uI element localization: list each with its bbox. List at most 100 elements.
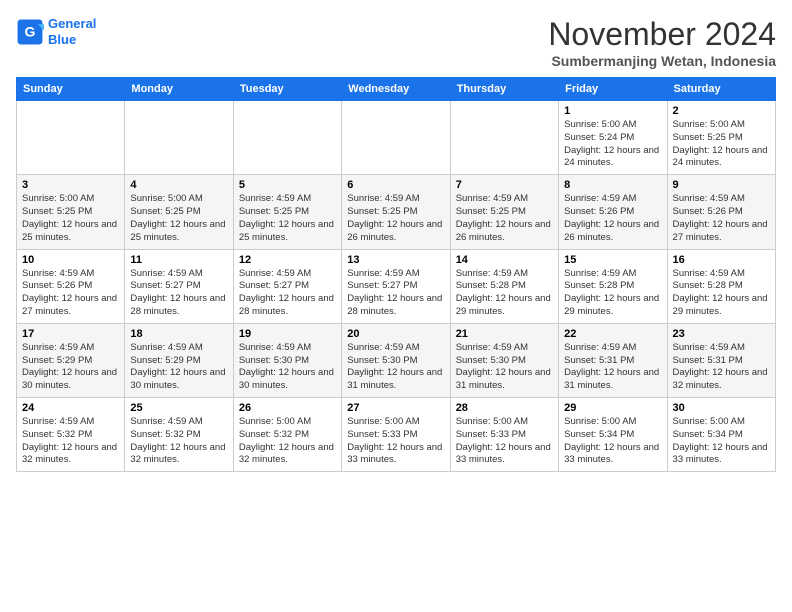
day-number: 15 (564, 254, 661, 266)
calendar-week-3: 10 Sunrise: 4:59 AM Sunset: 5:26 PM Dayli… (17, 249, 776, 323)
logo: G General Blue (16, 16, 96, 47)
calendar-cell: 29 Sunrise: 5:00 AM Sunset: 5:34 PM Dayli… (559, 398, 667, 472)
day-header-wednesday: Wednesday (342, 78, 450, 101)
calendar-cell: 12 Sunrise: 4:59 AM Sunset: 5:27 PM Dayli… (233, 249, 341, 323)
day-number: 29 (564, 402, 661, 414)
day-info: Sunrise: 4:59 AM Sunset: 5:27 PM Dayligh… (347, 268, 444, 319)
calendar-header-row: SundayMondayTuesdayWednesdayThursdayFrid… (17, 78, 776, 101)
day-number: 25 (130, 402, 227, 414)
day-info: Sunrise: 4:59 AM Sunset: 5:27 PM Dayligh… (130, 268, 227, 319)
day-info: Sunrise: 4:59 AM Sunset: 5:30 PM Dayligh… (347, 342, 444, 393)
day-info: Sunrise: 5:00 AM Sunset: 5:25 PM Dayligh… (22, 193, 119, 244)
day-number: 13 (347, 254, 444, 266)
calendar-cell: 10 Sunrise: 4:59 AM Sunset: 5:26 PM Dayli… (17, 249, 125, 323)
calendar-cell: 23Sunrise: 4:59 AM Sunset: 5:31 PM Dayli… (667, 323, 775, 397)
day-number: 24 (22, 402, 119, 414)
calendar-cell (450, 101, 558, 175)
calendar-cell (342, 101, 450, 175)
day-info: Sunrise: 4:59 AM Sunset: 5:29 PM Dayligh… (22, 342, 119, 393)
calendar-cell: 26Sunrise: 5:00 AM Sunset: 5:32 PM Dayli… (233, 398, 341, 472)
day-number: 18 (130, 328, 227, 340)
day-number: 9 (673, 179, 770, 191)
day-header-saturday: Saturday (667, 78, 775, 101)
page-header: G General Blue November 2024 Sumbermanji… (16, 16, 776, 69)
logo-line2: Blue (48, 32, 76, 47)
day-info: Sunrise: 4:59 AM Sunset: 5:25 PM Dayligh… (456, 193, 553, 244)
day-number: 26 (239, 402, 336, 414)
day-info: Sunrise: 5:00 AM Sunset: 5:34 PM Dayligh… (564, 416, 661, 467)
day-info: Sunrise: 4:59 AM Sunset: 5:31 PM Dayligh… (564, 342, 661, 393)
day-number: 6 (347, 179, 444, 191)
calendar-cell: 28 Sunrise: 5:00 AM Sunset: 5:33 PM Dayli… (450, 398, 558, 472)
calendar-cell: 6 Sunrise: 4:59 AM Sunset: 5:25 PM Daylig… (342, 175, 450, 249)
logo-text: General Blue (48, 16, 96, 47)
day-number: 20 (347, 328, 444, 340)
calendar-cell (233, 101, 341, 175)
calendar-cell: 16 Sunrise: 4:59 AM Sunset: 5:28 PM Dayli… (667, 249, 775, 323)
day-info: Sunrise: 4:59 AM Sunset: 5:26 PM Dayligh… (673, 193, 770, 244)
day-header-sunday: Sunday (17, 78, 125, 101)
day-info: Sunrise: 4:59 AM Sunset: 5:25 PM Dayligh… (347, 193, 444, 244)
day-number: 7 (456, 179, 553, 191)
day-info: Sunrise: 4:59 AM Sunset: 5:27 PM Dayligh… (239, 268, 336, 319)
calendar-cell: 11Sunrise: 4:59 AM Sunset: 5:27 PM Dayli… (125, 249, 233, 323)
day-info: Sunrise: 4:59 AM Sunset: 5:32 PM Dayligh… (22, 416, 119, 467)
calendar-week-2: 3 Sunrise: 5:00 AM Sunset: 5:25 PM Daylig… (17, 175, 776, 249)
day-info: Sunrise: 5:00 AM Sunset: 5:24 PM Dayligh… (564, 119, 661, 170)
calendar-cell: 25 Sunrise: 4:59 AM Sunset: 5:32 PM Dayli… (125, 398, 233, 472)
calendar-cell: 15Sunrise: 4:59 AM Sunset: 5:28 PM Dayli… (559, 249, 667, 323)
day-header-thursday: Thursday (450, 78, 558, 101)
day-number: 2 (673, 105, 770, 117)
day-header-tuesday: Tuesday (233, 78, 341, 101)
day-number: 3 (22, 179, 119, 191)
day-number: 10 (22, 254, 119, 266)
calendar-cell: 13 Sunrise: 4:59 AM Sunset: 5:27 PM Dayli… (342, 249, 450, 323)
day-info: Sunrise: 4:59 AM Sunset: 5:29 PM Dayligh… (130, 342, 227, 393)
day-number: 12 (239, 254, 336, 266)
calendar-cell: 5Sunrise: 4:59 AM Sunset: 5:25 PM Daylig… (233, 175, 341, 249)
title-block: November 2024 Sumbermanjing Wetan, Indon… (548, 16, 776, 69)
calendar-cell (17, 101, 125, 175)
calendar-cell: 1 Sunrise: 5:00 AM Sunset: 5:24 PM Daylig… (559, 101, 667, 175)
day-info: Sunrise: 4:59 AM Sunset: 5:26 PM Dayligh… (564, 193, 661, 244)
day-header-monday: Monday (125, 78, 233, 101)
day-info: Sunrise: 5:00 AM Sunset: 5:33 PM Dayligh… (347, 416, 444, 467)
day-number: 16 (673, 254, 770, 266)
day-number: 8 (564, 179, 661, 191)
day-info: Sunrise: 5:00 AM Sunset: 5:25 PM Dayligh… (673, 119, 770, 170)
day-number: 17 (22, 328, 119, 340)
day-number: 21 (456, 328, 553, 340)
day-header-friday: Friday (559, 78, 667, 101)
calendar-cell: 8 Sunrise: 4:59 AM Sunset: 5:26 PM Daylig… (559, 175, 667, 249)
day-info: Sunrise: 4:59 AM Sunset: 5:26 PM Dayligh… (22, 268, 119, 319)
day-number: 28 (456, 402, 553, 414)
calendar-cell: 22Sunrise: 4:59 AM Sunset: 5:31 PM Dayli… (559, 323, 667, 397)
calendar-cell: 20 Sunrise: 4:59 AM Sunset: 5:30 PM Dayli… (342, 323, 450, 397)
svg-text:G: G (25, 23, 36, 39)
calendar-cell: 9 Sunrise: 4:59 AM Sunset: 5:26 PM Daylig… (667, 175, 775, 249)
calendar-cell: 30Sunrise: 5:00 AM Sunset: 5:34 PM Dayli… (667, 398, 775, 472)
calendar-cell: 21Sunrise: 4:59 AM Sunset: 5:30 PM Dayli… (450, 323, 558, 397)
calendar-cell (125, 101, 233, 175)
calendar-cell: 17 Sunrise: 4:59 AM Sunset: 5:29 PM Dayli… (17, 323, 125, 397)
logo-line1: General (48, 16, 96, 31)
day-number: 19 (239, 328, 336, 340)
day-info: Sunrise: 5:00 AM Sunset: 5:25 PM Dayligh… (130, 193, 227, 244)
day-info: Sunrise: 4:59 AM Sunset: 5:30 PM Dayligh… (239, 342, 336, 393)
day-number: 14 (456, 254, 553, 266)
calendar-table: SundayMondayTuesdayWednesdayThursdayFrid… (16, 77, 776, 472)
day-info: Sunrise: 5:00 AM Sunset: 5:33 PM Dayligh… (456, 416, 553, 467)
month-title: November 2024 (548, 16, 776, 53)
day-info: Sunrise: 4:59 AM Sunset: 5:28 PM Dayligh… (456, 268, 553, 319)
calendar-week-1: 1 Sunrise: 5:00 AM Sunset: 5:24 PM Daylig… (17, 101, 776, 175)
day-info: Sunrise: 4:59 AM Sunset: 5:28 PM Dayligh… (673, 268, 770, 319)
calendar-cell: 14 Sunrise: 4:59 AM Sunset: 5:28 PM Dayli… (450, 249, 558, 323)
day-number: 27 (347, 402, 444, 414)
calendar-cell: 4Sunrise: 5:00 AM Sunset: 5:25 PM Daylig… (125, 175, 233, 249)
calendar-cell: 24 Sunrise: 4:59 AM Sunset: 5:32 PM Dayli… (17, 398, 125, 472)
day-number: 1 (564, 105, 661, 117)
calendar-cell: 19 Sunrise: 4:59 AM Sunset: 5:30 PM Dayli… (233, 323, 341, 397)
calendar-cell: 2 Sunrise: 5:00 AM Sunset: 5:25 PM Daylig… (667, 101, 775, 175)
calendar-week-5: 24 Sunrise: 4:59 AM Sunset: 5:32 PM Dayli… (17, 398, 776, 472)
day-info: Sunrise: 4:59 AM Sunset: 5:32 PM Dayligh… (130, 416, 227, 467)
